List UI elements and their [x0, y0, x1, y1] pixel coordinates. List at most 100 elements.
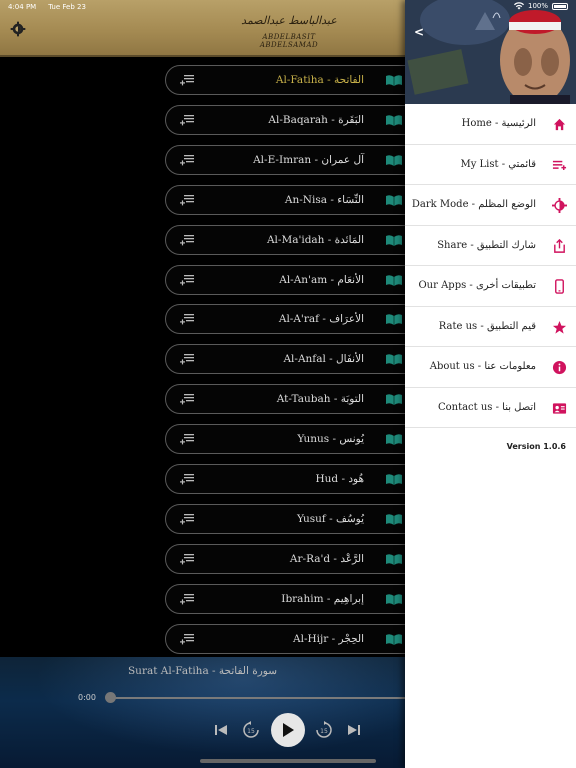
- next-button[interactable]: [345, 721, 363, 739]
- add-to-queue-icon[interactable]: [180, 513, 194, 525]
- surah-row[interactable]: Al-An'am - الأنعَام: [165, 264, 425, 295]
- surah-row[interactable]: At-Taubah - التوبَة: [165, 384, 425, 415]
- open-book-icon: [386, 514, 402, 525]
- home-icon: [553, 118, 566, 131]
- add-to-queue-icon[interactable]: [180, 234, 194, 246]
- surah-row[interactable]: An-Nisa - النِّسَاء: [165, 184, 425, 215]
- drawer-item-label: Contact us - اتصل بنا: [437, 401, 536, 413]
- add-to-queue-icon[interactable]: [180, 154, 194, 166]
- surah-row[interactable]: Al-Baqarah - البَقَرة: [165, 104, 425, 135]
- status-date: Tue Feb 23: [48, 3, 86, 11]
- previous-button[interactable]: [212, 721, 230, 739]
- drawer-menu: Home - الرئيسية My List - قائمتي Dark Mode…: [405, 104, 576, 428]
- open-book-icon: [386, 115, 402, 126]
- surah-label: Yusuf - يُوسُف: [296, 512, 364, 525]
- add-to-queue-icon[interactable]: [180, 593, 194, 605]
- surah-label: Al-An'am - الأنعَام: [279, 273, 364, 286]
- drawer-item-label: My List - قائمتي: [460, 158, 536, 170]
- add-to-queue-icon[interactable]: [180, 74, 194, 86]
- add-to-queue-icon[interactable]: [180, 633, 194, 645]
- add-to-queue-icon[interactable]: [180, 353, 194, 365]
- open-book-icon: [386, 75, 402, 86]
- surah-row[interactable]: Ibrahim - إبراهِيم: [165, 583, 425, 614]
- drawer-item-home[interactable]: Home - الرئيسية: [405, 104, 576, 145]
- rewind-15-button[interactable]: 15: [241, 720, 261, 740]
- play-button[interactable]: [271, 713, 305, 747]
- gear-icon[interactable]: [10, 21, 26, 37]
- surah-row[interactable]: Al-E-Imran - آل عمران: [165, 144, 425, 175]
- drawer-item-phone[interactable]: Our Apps - تطبيقات أخرى: [405, 266, 576, 307]
- surah-row[interactable]: Al-Anfal - الأنفَال: [165, 344, 425, 375]
- drawer-item-label: Home - الرئيسية: [461, 118, 536, 130]
- rewind-seconds: 15: [247, 728, 255, 735]
- surah-row[interactable]: Yunus - يُونس: [165, 424, 425, 455]
- add-to-queue-icon[interactable]: [180, 114, 194, 126]
- drawer-item-label: Our Apps - تطبيقات أخرى: [418, 280, 536, 292]
- add-to-queue-icon[interactable]: [180, 553, 194, 565]
- contact-card-icon: [552, 402, 567, 414]
- drawer-item-label: Dark Mode - الوضع المظلم: [411, 199, 536, 211]
- dark-mode-icon: [552, 198, 567, 213]
- drawer-item-info[interactable]: About us - معلومات عنا: [405, 347, 576, 388]
- open-book-icon: [386, 633, 402, 645]
- drawer-item-playlist[interactable]: My List - قائمتي: [405, 145, 576, 185]
- surah-row[interactable]: Al-Hijr - الحِجْر: [165, 623, 425, 654]
- battery-icon: [552, 2, 568, 10]
- surah-row[interactable]: Al-Ma'idah - المَائدة: [165, 224, 425, 255]
- add-to-queue-icon[interactable]: [180, 313, 194, 325]
- forward-15-button[interactable]: 15: [314, 720, 334, 740]
- rewind-icon: 15: [243, 721, 259, 738]
- play-icon: [283, 723, 294, 737]
- skip-next-icon: [348, 725, 360, 735]
- surah-row[interactable]: Al-Fatiha - الفاتحة: [165, 65, 425, 95]
- battery-percent: 100%: [527, 2, 548, 10]
- drawer-item-share[interactable]: Share - شارك التطبيق: [405, 226, 576, 266]
- drawer-back-button[interactable]: <: [414, 25, 424, 39]
- surah-row[interactable]: Ar-Ra'd - الرَّعْد: [165, 543, 425, 574]
- surah-label: An-Nisa - النِّسَاء: [284, 193, 364, 206]
- playlist-icon: [552, 160, 567, 170]
- surah-row[interactable]: Al-A'raf - الأعرَاف: [165, 304, 425, 335]
- share-icon: [554, 238, 565, 253]
- add-to-queue-icon[interactable]: [180, 433, 194, 445]
- drawer-item-label: Rate us - قيم التطبيق: [438, 320, 536, 332]
- open-book-icon: [386, 593, 402, 605]
- info-icon: [552, 360, 567, 375]
- surah-label: At-Taubah - التوبَة: [276, 393, 364, 406]
- surah-row[interactable]: Yusuf - يُوسُف: [165, 503, 425, 534]
- open-book-icon: [386, 194, 402, 206]
- open-book-icon: [386, 154, 402, 166]
- drawer-item-label: Share - شارك التطبيق: [437, 239, 536, 251]
- add-to-queue-icon[interactable]: [180, 274, 194, 286]
- status-time: 4:04 PM: [8, 3, 37, 11]
- surah-label: Al-E-Imran - آل عمران: [253, 153, 364, 166]
- audio-player: Surat Al-Fatiha - سورة الفاتحة 0:00 15 1…: [0, 657, 405, 768]
- surah-row[interactable]: Hud - هُود: [165, 464, 425, 494]
- open-book-icon: [386, 274, 402, 286]
- surah-label: Ar-Ra'd - الرَّعْد: [289, 552, 364, 565]
- surah-label: Al-Fatiha - الفاتحة: [275, 74, 364, 86]
- add-to-queue-icon[interactable]: [180, 473, 194, 485]
- drawer-item-contact-card[interactable]: Contact us - اتصل بنا: [405, 388, 576, 428]
- forward-seconds: 15: [320, 728, 328, 735]
- surah-label: Al-Ma'idah - المَائدة: [266, 233, 364, 246]
- open-book-icon: [386, 234, 402, 246]
- reciter-image: [405, 0, 576, 104]
- home-indicator: [200, 759, 376, 763]
- open-book-icon: [386, 314, 402, 326]
- add-to-queue-icon[interactable]: [180, 393, 194, 405]
- surah-label: Al-Hijr - الحِجْر: [293, 632, 364, 645]
- add-to-queue-icon[interactable]: [180, 194, 194, 206]
- app-version: Version 1.0.6: [506, 442, 566, 451]
- drawer-item-star[interactable]: Rate us - قيم التطبيق: [405, 307, 576, 347]
- player-progress-track[interactable]: [110, 697, 405, 699]
- skip-previous-icon: [215, 725, 227, 735]
- open-book-icon: [386, 354, 402, 366]
- side-drawer: < Home - الرئيسية My List - قائمتي Dark Mo…: [405, 0, 576, 768]
- surah-label: Al-Anfal - الأنفَال: [283, 353, 364, 366]
- status-bar-left: 4:04 PM Tue Feb 23: [8, 3, 86, 11]
- player-elapsed-time: 0:00: [78, 693, 96, 702]
- drawer-item-dark-mode[interactable]: Dark Mode - الوضع المظلم: [405, 185, 576, 226]
- player-progress-knob[interactable]: [105, 692, 116, 703]
- logo-arabic: عبدالباسط عبدالصمد: [241, 14, 337, 27]
